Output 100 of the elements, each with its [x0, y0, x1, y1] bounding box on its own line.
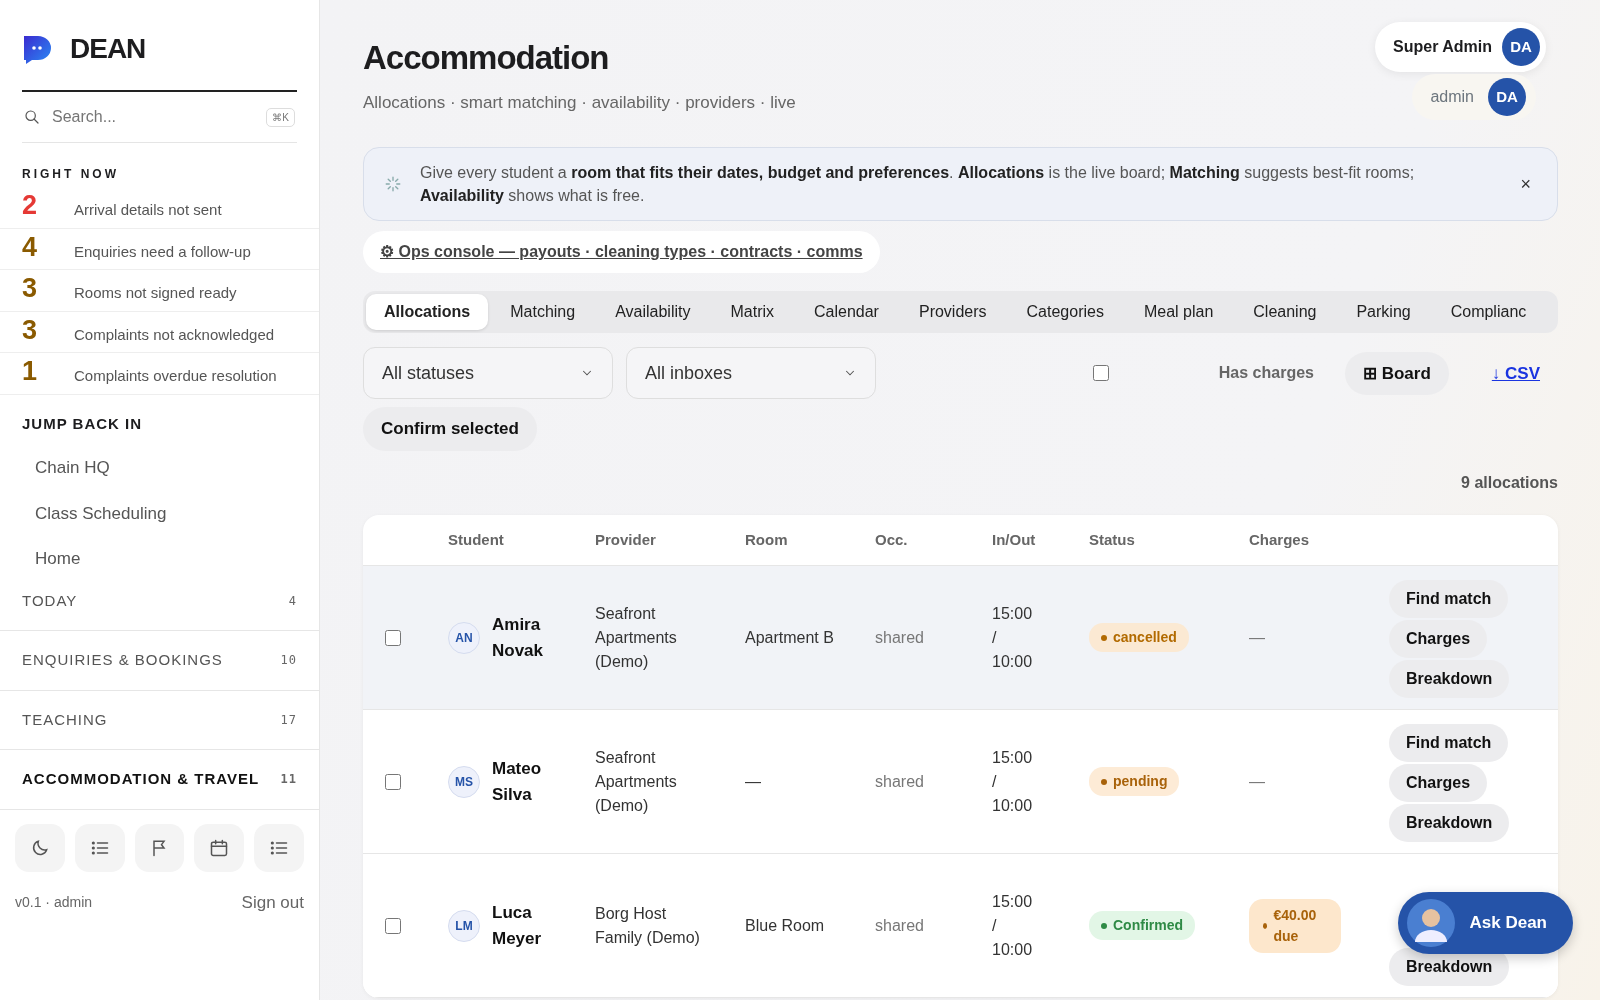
checkbox-label: Has charges [1218, 363, 1314, 384]
column-header: Status [1089, 530, 1135, 548]
empty-charges: — [1249, 771, 1265, 792]
row-action-button[interactable]: Find match [1389, 579, 1509, 618]
account-chip[interactable]: admin DA [1412, 74, 1536, 120]
tab[interactable]: Allocations [366, 294, 489, 331]
avatar: MS [448, 765, 480, 798]
dropdown-value: All statuses [382, 361, 475, 385]
nav-section-count: 4 [288, 592, 297, 610]
page-subtitle: Allocations · smart matching · availability · providers · live [363, 91, 796, 114]
occupancy: shared [875, 771, 924, 792]
nav-section-link[interactable]: ENQUIRIES & BOOKINGS [22, 649, 223, 672]
column-header: In/Out [992, 530, 1036, 548]
user-menu[interactable]: Super Admin DA [1375, 22, 1546, 72]
alert-label: Rooms not signed ready [74, 283, 237, 303]
shortcut-hint: ⌘K [266, 107, 295, 127]
tab[interactable]: Matrix [712, 294, 792, 331]
provider-name: Seafront Apartments (Demo) [595, 747, 678, 816]
row-checkbox[interactable] [385, 917, 401, 934]
tab[interactable]: Parking [1338, 294, 1429, 331]
row-action-button[interactable]: Breakdown [1389, 659, 1510, 698]
confirm-button[interactable]: Confirm selected [363, 407, 537, 451]
search-field[interactable]: Search... ⌘K [22, 90, 297, 143]
check-times: 15:00 / 10:00 [992, 891, 1034, 960]
column-header: Charges [1249, 530, 1310, 548]
tab[interactable]: Calendar [796, 294, 897, 331]
recent-link[interactable]: Chain HQ [0, 445, 319, 491]
charges-badge: €40.00 due [1249, 898, 1341, 953]
assistant-avatar-icon [1405, 898, 1456, 948]
brand-name: DEAN [70, 32, 146, 66]
close-button[interactable]: × [1514, 169, 1537, 199]
row-action-button[interactable]: Breakdown [1389, 803, 1510, 842]
page-title: Accommodation [363, 38, 609, 78]
row-checkbox[interactable] [385, 773, 401, 790]
search-input[interactable]: Search... [50, 104, 257, 130]
nav-section-count: 11 [280, 771, 297, 789]
avatar: LM [448, 909, 480, 942]
ops-console-link[interactable]: ⚙ Ops console — payouts · cleaning types · contracts · comms [363, 231, 880, 274]
student-name: Mateo Silva [492, 758, 543, 806]
check-times: 15:00 / 10:00 [992, 603, 1034, 672]
column-header: Room [745, 530, 788, 548]
version-label: v0.1 · admin [15, 892, 93, 912]
user-name: admin [1430, 87, 1474, 107]
ask-dean-button[interactable]: Ask Dean [1397, 892, 1573, 954]
avatar: DA [1488, 78, 1526, 116]
alert-label: Complaints not acknowledged [74, 324, 275, 345]
alert-count: 2 [22, 191, 39, 221]
nav-section-link[interactable]: TEACHING [22, 708, 108, 731]
column-header: Occ. [875, 530, 908, 548]
dropdown[interactable]: All statuses [363, 347, 613, 400]
row-checkbox[interactable] [385, 629, 401, 646]
avatar: DA [1502, 28, 1540, 66]
recent-link[interactable]: Class Scheduling [0, 490, 319, 536]
section-heading: RIGHT NOW [21, 166, 120, 183]
tab[interactable]: Providers [900, 294, 1005, 331]
board-button[interactable]: ⊞ Board [1344, 351, 1449, 396]
checkbox[interactable] [1092, 365, 1109, 382]
calendar-icon [209, 837, 230, 858]
toolbar-button[interactable] [134, 823, 185, 872]
student-name: Amira Novak [492, 614, 545, 662]
toolbar-button[interactable] [254, 823, 304, 872]
tab[interactable]: Meal plan [1125, 294, 1232, 331]
row-action-button[interactable]: Charges [1389, 763, 1488, 802]
search-icon [24, 109, 40, 125]
row-action-button[interactable]: Charges [1389, 619, 1488, 658]
status-badge: Confirmed [1089, 911, 1195, 941]
recent-link[interactable]: Home [0, 536, 319, 582]
tab[interactable]: Categories [1008, 294, 1122, 331]
alert-count: 4 [22, 232, 39, 263]
row-action-button[interactable]: Find match [1389, 723, 1509, 762]
nav-section-count: 17 [280, 711, 297, 729]
column-header: Provider [595, 530, 656, 548]
dropdown[interactable]: All inboxes [626, 347, 876, 400]
spinner-icon [384, 175, 402, 194]
check-times: 15:00 / 10:00 [992, 747, 1034, 816]
room-name: — [745, 771, 761, 792]
sign-out-link[interactable]: Sign out [241, 889, 304, 915]
nav-section-link[interactable]: TODAY [22, 589, 78, 612]
tab[interactable]: Complianc [1432, 294, 1545, 331]
tab[interactable]: Availability [597, 294, 709, 331]
student-name: Luca Meyer [492, 902, 543, 950]
tab[interactable]: Cleaning [1235, 294, 1335, 331]
dropdown-value: All inboxes [645, 361, 733, 385]
occupancy: shared [875, 915, 924, 936]
room-name: Apartment B [745, 627, 834, 648]
user-role: Super Admin [1393, 37, 1492, 57]
alert-label: Enquiries need a follow-up [74, 241, 251, 262]
status-badge: cancelled [1089, 623, 1189, 653]
toolbar-button[interactable] [74, 823, 125, 872]
banner-text: Give every student a room that fits their dates, budget and preferences. Allocations is the live board; Matching suggests best-fit rooms; Availability shows what is free. [420, 163, 1416, 207]
csv-link[interactable]: ↓ CSV [1491, 360, 1540, 387]
column-header: Student [448, 530, 504, 548]
alert-count: 1 [22, 357, 39, 387]
nav-section-link[interactable]: ACCOMMODATION & TRAVEL [22, 768, 260, 791]
toolbar-button[interactable] [194, 823, 245, 872]
alert-label: Complaints overdue resolution [74, 366, 277, 386]
alert-count: 3 [22, 315, 39, 346]
status-badge: pending [1089, 767, 1180, 797]
toolbar-button[interactable] [15, 823, 65, 872]
tab[interactable]: Matching [492, 294, 594, 331]
